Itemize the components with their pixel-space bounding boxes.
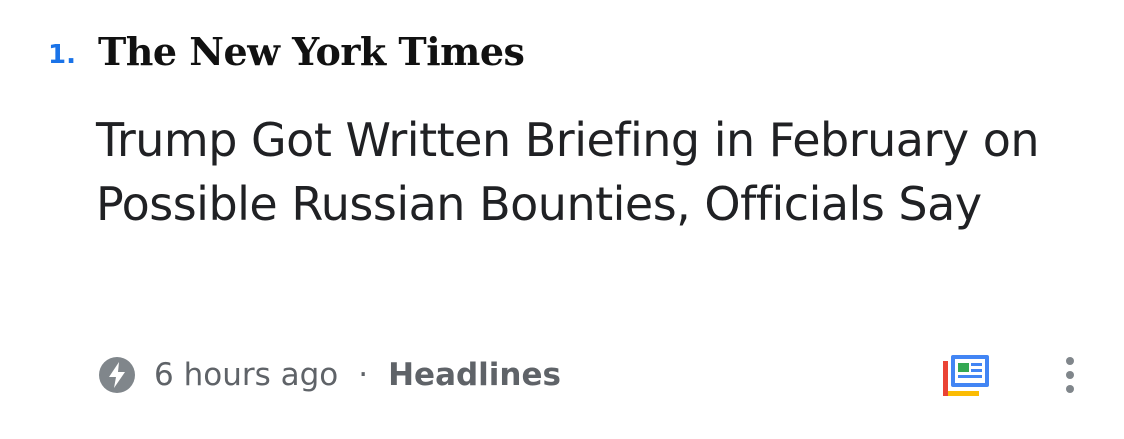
newsstand-icon: [943, 355, 989, 396]
newsstand-button[interactable]: [918, 327, 1014, 423]
section-link[interactable]: Headlines: [388, 357, 561, 393]
more-options-button[interactable]: [1024, 327, 1116, 423]
source-logo: The New York Times: [98, 29, 525, 74]
article-headline[interactable]: Trump Got Written Briefing in February o…: [96, 108, 1086, 236]
rank-number: 1.: [48, 40, 76, 70]
article-card[interactable]: 1. The New York Times Trump Got Written …: [0, 0, 1124, 439]
more-vert-icon: [1066, 357, 1074, 393]
meta-separator: ·: [358, 357, 369, 393]
article-meta: 6 hours ago · Headlines: [98, 350, 561, 400]
amp-bolt-icon: [98, 356, 136, 394]
time-ago: 6 hours ago: [154, 357, 339, 393]
